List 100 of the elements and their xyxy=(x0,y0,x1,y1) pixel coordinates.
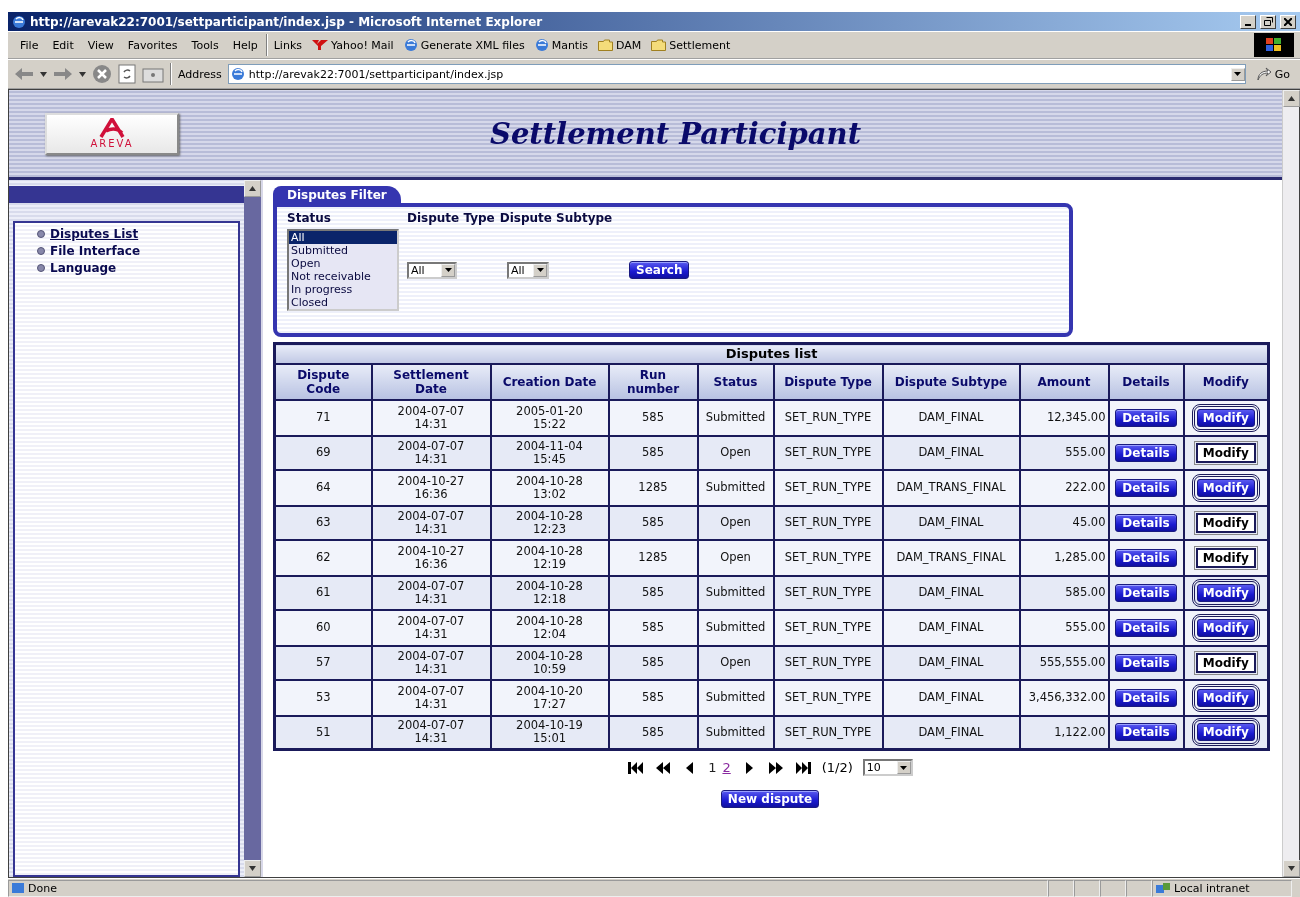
search-button[interactable]: Search xyxy=(629,261,690,279)
modify-button[interactable]: Modify xyxy=(1195,442,1256,463)
table-cell: Open xyxy=(697,505,774,540)
yahoo-y-icon xyxy=(312,40,328,50)
link-item[interactable]: Generate XML files xyxy=(399,38,529,52)
table-cell: SET_RUN_TYPE xyxy=(773,575,883,610)
menu-item[interactable]: Help xyxy=(226,38,264,52)
nav-link[interactable]: File Interface xyxy=(37,244,238,258)
dispute-type-select[interactable]: All xyxy=(407,261,457,279)
menu-item[interactable]: File xyxy=(14,38,45,52)
list-option[interactable]: In progress xyxy=(289,283,397,296)
table-cell: 2004-07-07 14:31 xyxy=(371,679,491,716)
table-cell: DAM_TRANS_FINAL xyxy=(882,539,1020,576)
modify-button[interactable]: Modify xyxy=(1195,652,1256,673)
refresh-icon[interactable] xyxy=(118,64,136,84)
details-button[interactable]: Details xyxy=(1115,443,1177,462)
table-cell: 2004-07-07 14:31 xyxy=(371,399,491,436)
details-button[interactable]: Details xyxy=(1115,513,1177,532)
details-button[interactable]: Details xyxy=(1115,653,1177,672)
table-cell: 585 xyxy=(608,505,698,540)
table-cell: SET_RUN_TYPE xyxy=(773,609,883,646)
stop-icon[interactable] xyxy=(92,64,112,84)
list-option[interactable]: Submitted xyxy=(289,244,397,257)
table-cell: 1285 xyxy=(608,469,698,506)
table-cell: 51 xyxy=(274,715,372,750)
menu-item[interactable]: Edit xyxy=(46,38,80,52)
dropdown-button[interactable] xyxy=(1230,67,1245,81)
table-cell: 2004-10-27 16:36 xyxy=(371,469,491,506)
list-option[interactable]: Closed xyxy=(289,296,397,309)
column-header: Run number xyxy=(608,363,698,400)
table-cell: 69 xyxy=(274,435,372,470)
table-cell: 2004-10-28 12:04 xyxy=(490,609,609,646)
details-button[interactable]: Details xyxy=(1115,618,1177,637)
table-cell: 71 xyxy=(274,399,372,436)
nav-link[interactable]: Disputes List xyxy=(37,227,238,241)
go-button[interactable]: Go xyxy=(1251,67,1294,81)
minimize-button[interactable] xyxy=(1240,14,1256,29)
rewind-icon[interactable] xyxy=(654,760,672,775)
restore-button[interactable] xyxy=(1260,14,1276,29)
down-arrow-icon xyxy=(1288,865,1295,872)
table-cell: Submitted xyxy=(697,469,774,506)
table-cell: 62 xyxy=(274,539,372,576)
new-dispute-button[interactable]: New dispute xyxy=(720,790,820,808)
link-item[interactable]: Settlement xyxy=(647,38,735,52)
link-item[interactable]: DAM xyxy=(593,38,646,52)
list-option[interactable]: All xyxy=(289,231,397,244)
modify-button[interactable]: Modify xyxy=(1195,512,1256,533)
down-arrow-icon xyxy=(249,865,256,872)
details-button[interactable]: Details xyxy=(1115,478,1177,497)
menu-item[interactable]: View xyxy=(81,38,120,52)
list-option[interactable]: Not receivable xyxy=(289,270,397,283)
page-link[interactable]: 2 xyxy=(722,760,731,775)
dropdown-arrow-icon xyxy=(1234,72,1242,76)
table-cell: 64 xyxy=(274,469,372,506)
menu-item[interactable]: Favorites xyxy=(121,38,184,52)
page-link[interactable]: 1 xyxy=(708,760,717,775)
dropdown-arrow-icon xyxy=(444,268,452,272)
dropdown-arrow-icon xyxy=(900,765,908,770)
table-cell: Submitted xyxy=(697,679,774,716)
table-cell: 2004-07-07 14:31 xyxy=(371,609,491,646)
windows-logo-icon xyxy=(1254,33,1294,57)
up-arrow-icon xyxy=(249,185,256,192)
table-cell: 45.00 xyxy=(1019,505,1109,540)
table-cell: SET_RUN_TYPE xyxy=(773,505,883,540)
details-button[interactable]: Details xyxy=(1115,548,1177,567)
close-button[interactable] xyxy=(1280,14,1296,29)
page-scrollbar[interactable] xyxy=(1282,90,1299,877)
address-field[interactable]: http://arevak22:7001/settparticipant/index.jsp xyxy=(227,64,1246,84)
dispute-subtype-select[interactable]: All xyxy=(507,261,549,279)
table-cell: 53 xyxy=(274,679,372,716)
links-label: Links xyxy=(272,38,303,52)
column-header: Dispute Subtype xyxy=(882,363,1020,400)
table-cell: Open xyxy=(697,435,774,470)
link-item[interactable]: Mantis xyxy=(530,38,592,52)
details-button[interactable]: Details xyxy=(1115,688,1177,707)
sidebar-scrollbar[interactable] xyxy=(244,180,261,877)
table-cell: 12,345.00 xyxy=(1019,399,1109,436)
table-cell: 2004-07-07 14:31 xyxy=(371,505,491,540)
table-cell: 555,555.00 xyxy=(1019,645,1109,680)
details-button[interactable]: Details xyxy=(1115,583,1177,602)
table-cell: 2004-07-07 14:31 xyxy=(371,435,491,470)
link-item[interactable]: Yahoo! Mail xyxy=(308,38,398,52)
list-option[interactable]: Open xyxy=(289,257,397,270)
status-listbox[interactable]: All Submitted Open Not receivable In progress Closed xyxy=(287,229,399,311)
nav-link[interactable]: Language xyxy=(37,261,238,275)
table-cell: 60 xyxy=(274,609,372,646)
table-cell: 222.00 xyxy=(1019,469,1109,506)
page-size-select[interactable]: 10 xyxy=(862,759,913,776)
last-page-icon[interactable] xyxy=(794,760,812,775)
details-button[interactable]: Details xyxy=(1115,723,1177,742)
modify-button[interactable]: Modify xyxy=(1195,547,1256,568)
address-label: Address xyxy=(178,67,222,81)
details-button[interactable]: Details xyxy=(1115,408,1177,427)
table-cell: DAM_FINAL xyxy=(882,505,1020,540)
menu-item[interactable]: Tools xyxy=(185,38,225,52)
folder-icon xyxy=(651,39,667,51)
table-cell: 2004-10-27 16:36 xyxy=(371,539,491,576)
fast-forward-icon[interactable] xyxy=(767,760,785,775)
first-page-icon[interactable] xyxy=(627,760,645,775)
table-cell: 585 xyxy=(608,609,698,646)
